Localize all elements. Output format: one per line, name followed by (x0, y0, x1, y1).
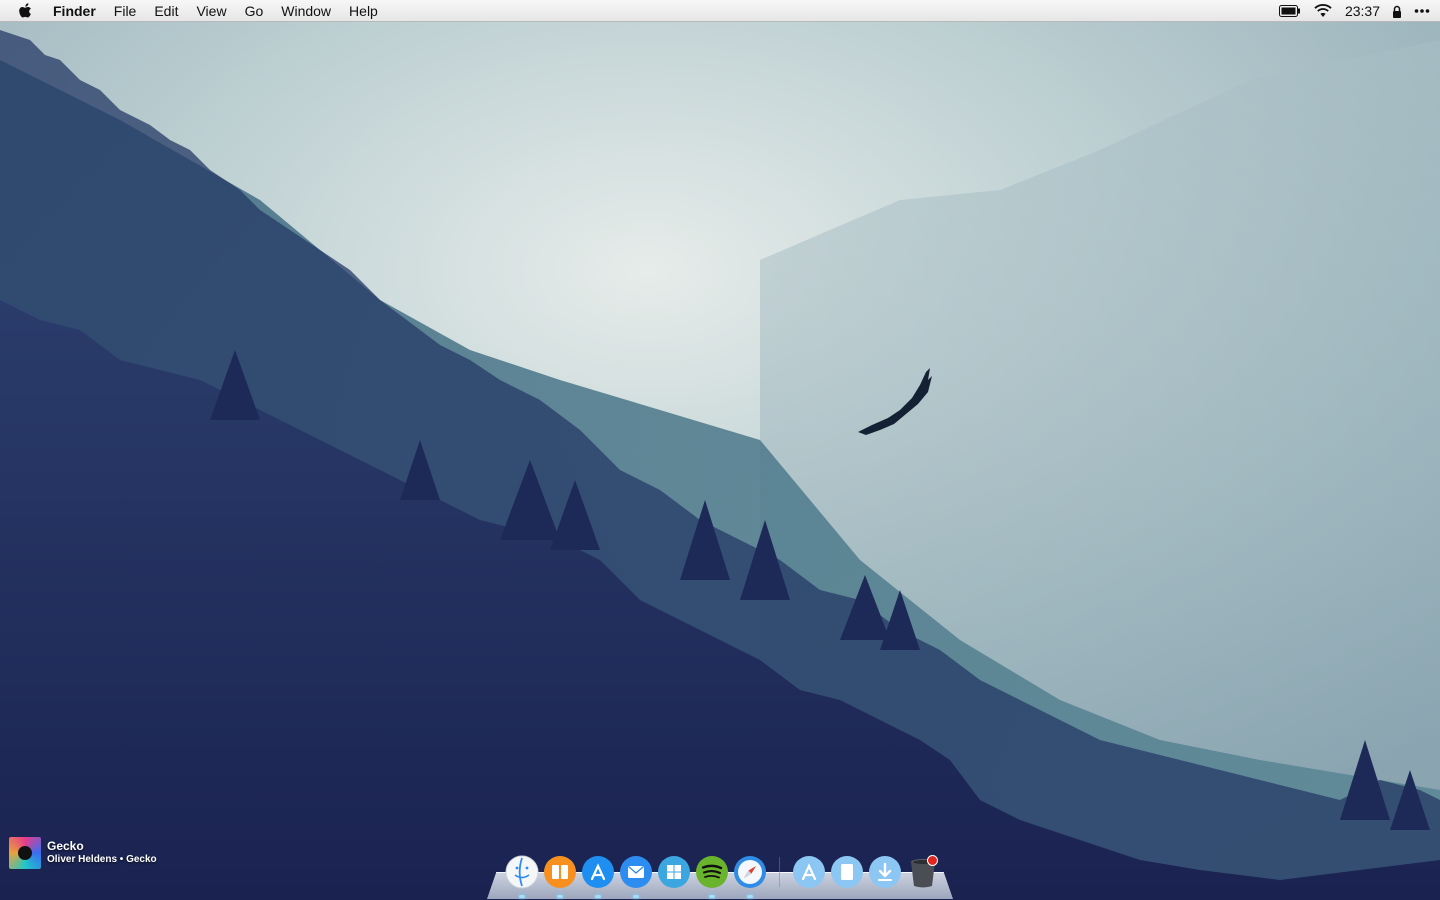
spotify-icon[interactable] (695, 855, 729, 898)
battery-icon[interactable] (1273, 0, 1307, 22)
menu-file[interactable]: File (105, 0, 146, 22)
trash-icon[interactable] (906, 855, 940, 889)
menu-edit[interactable]: Edit (145, 0, 187, 22)
dock-separator (779, 857, 780, 887)
ibooks-icon[interactable] (543, 855, 577, 898)
finder-icon[interactable] (505, 855, 539, 898)
more-dots-icon[interactable] (1408, 0, 1440, 22)
status-area: 23:37 (1273, 0, 1440, 22)
applications-folder-icon[interactable] (792, 855, 826, 889)
menu-window[interactable]: Window (272, 0, 340, 22)
lock-icon[interactable] (1386, 0, 1408, 22)
dock (505, 855, 944, 898)
album-art (9, 837, 41, 869)
track-title: Gecko (47, 839, 84, 853)
downloads-folder-icon[interactable] (868, 855, 902, 889)
menu-help[interactable]: Help (340, 0, 387, 22)
menu-bar: Finder File Edit View Go Window Help 23:… (0, 0, 1440, 22)
apple-logo-icon[interactable] (0, 0, 44, 22)
mail-icon[interactable] (619, 855, 653, 898)
wifi-icon[interactable] (1307, 0, 1339, 22)
documents-folder-icon[interactable] (830, 855, 864, 889)
app-store-icon[interactable] (581, 855, 615, 898)
now-playing-widget[interactable]: Gecko Oliver Heldens • Gecko (9, 837, 157, 869)
menu-view[interactable]: View (187, 0, 235, 22)
trash-badge (927, 855, 938, 866)
desktop-wallpaper (0, 0, 1440, 900)
track-artist-album: Oliver Heldens • Gecko (47, 854, 157, 865)
menu-go[interactable]: Go (236, 0, 273, 22)
menu-clock[interactable]: 23:37 (1339, 0, 1386, 22)
safari-icon[interactable] (733, 855, 767, 898)
windows-icon[interactable] (657, 855, 691, 889)
menu-app-name[interactable]: Finder (44, 0, 105, 22)
